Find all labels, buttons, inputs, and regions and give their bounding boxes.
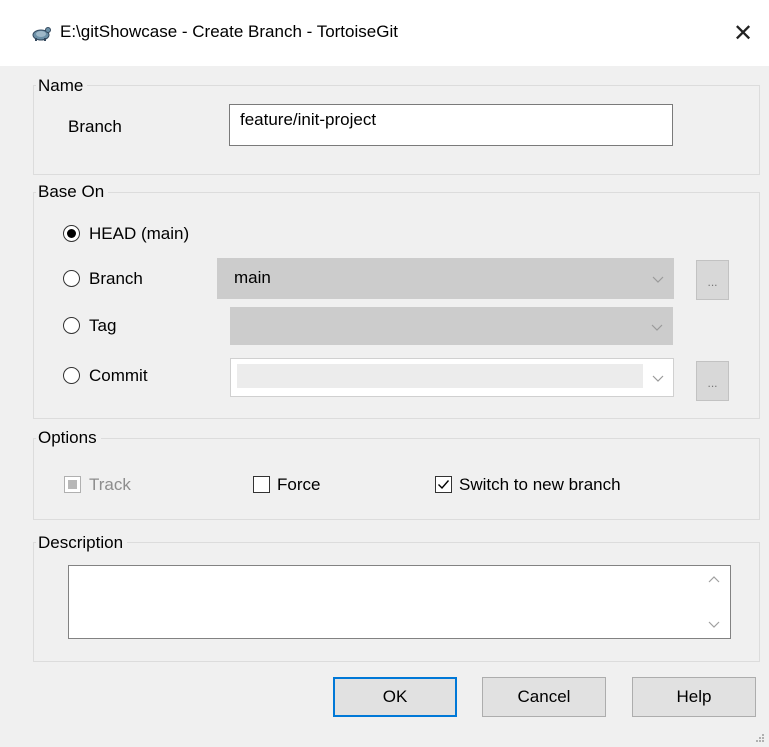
head-radio-label[interactable]: HEAD (main) <box>89 224 189 244</box>
chevron-down-icon[interactable] <box>708 618 720 630</box>
switch-branch-checkbox-label[interactable]: Switch to new branch <box>459 475 621 495</box>
commit-select-field <box>237 364 643 388</box>
chevron-down-icon <box>652 276 664 283</box>
track-checkbox <box>64 476 81 493</box>
window-title: E:\gitShowcase - Create Branch - Tortois… <box>60 22 398 41</box>
chevron-up-icon[interactable] <box>708 574 720 586</box>
ok-button[interactable]: OK <box>333 677 457 717</box>
close-icon[interactable]: ✕ <box>720 10 766 56</box>
tag-radio-label[interactable]: Tag <box>89 316 116 336</box>
tag-select <box>230 307 673 345</box>
chevron-down-icon <box>652 375 664 382</box>
head-radio[interactable] <box>63 225 80 242</box>
resize-grip-icon[interactable] <box>755 733 765 743</box>
force-checkbox-label[interactable]: Force <box>277 475 320 495</box>
check-icon <box>438 480 450 490</box>
options-group-label: Options <box>36 428 101 448</box>
branch-select-value: main <box>234 268 271 287</box>
options-group <box>33 438 760 520</box>
branch-name-value: feature/init-project <box>240 110 377 129</box>
create-branch-dialog: E:\gitShowcase - Create Branch - Tortois… <box>0 0 769 747</box>
switch-branch-checkbox[interactable] <box>435 476 452 493</box>
branch-name-label: Branch <box>68 117 122 136</box>
branch-select: main <box>217 258 674 299</box>
cancel-button[interactable]: Cancel <box>482 677 606 717</box>
branch-radio-label[interactable]: Branch <box>89 269 143 289</box>
description-group-label: Description <box>36 533 128 553</box>
branch-radio[interactable] <box>63 270 80 287</box>
commit-browse-button: ... <box>696 361 729 401</box>
description-textarea[interactable] <box>68 565 731 639</box>
tag-radio[interactable] <box>63 317 80 334</box>
force-checkbox[interactable] <box>253 476 270 493</box>
name-group-label: Name <box>36 76 88 96</box>
help-button[interactable]: Help <box>632 677 756 717</box>
track-checkbox-label: Track <box>89 475 131 494</box>
commit-select <box>230 358 674 397</box>
base-on-group-label: Base On <box>36 182 109 202</box>
title-bar: E:\gitShowcase - Create Branch - Tortois… <box>0 0 769 66</box>
branch-name-input[interactable]: feature/init-project <box>229 104 673 146</box>
commit-radio[interactable] <box>63 367 80 384</box>
chevron-down-icon <box>651 324 663 331</box>
commit-radio-label[interactable]: Commit <box>89 366 148 386</box>
branch-browse-button: ... <box>696 260 729 300</box>
tortoise-icon <box>30 23 52 43</box>
